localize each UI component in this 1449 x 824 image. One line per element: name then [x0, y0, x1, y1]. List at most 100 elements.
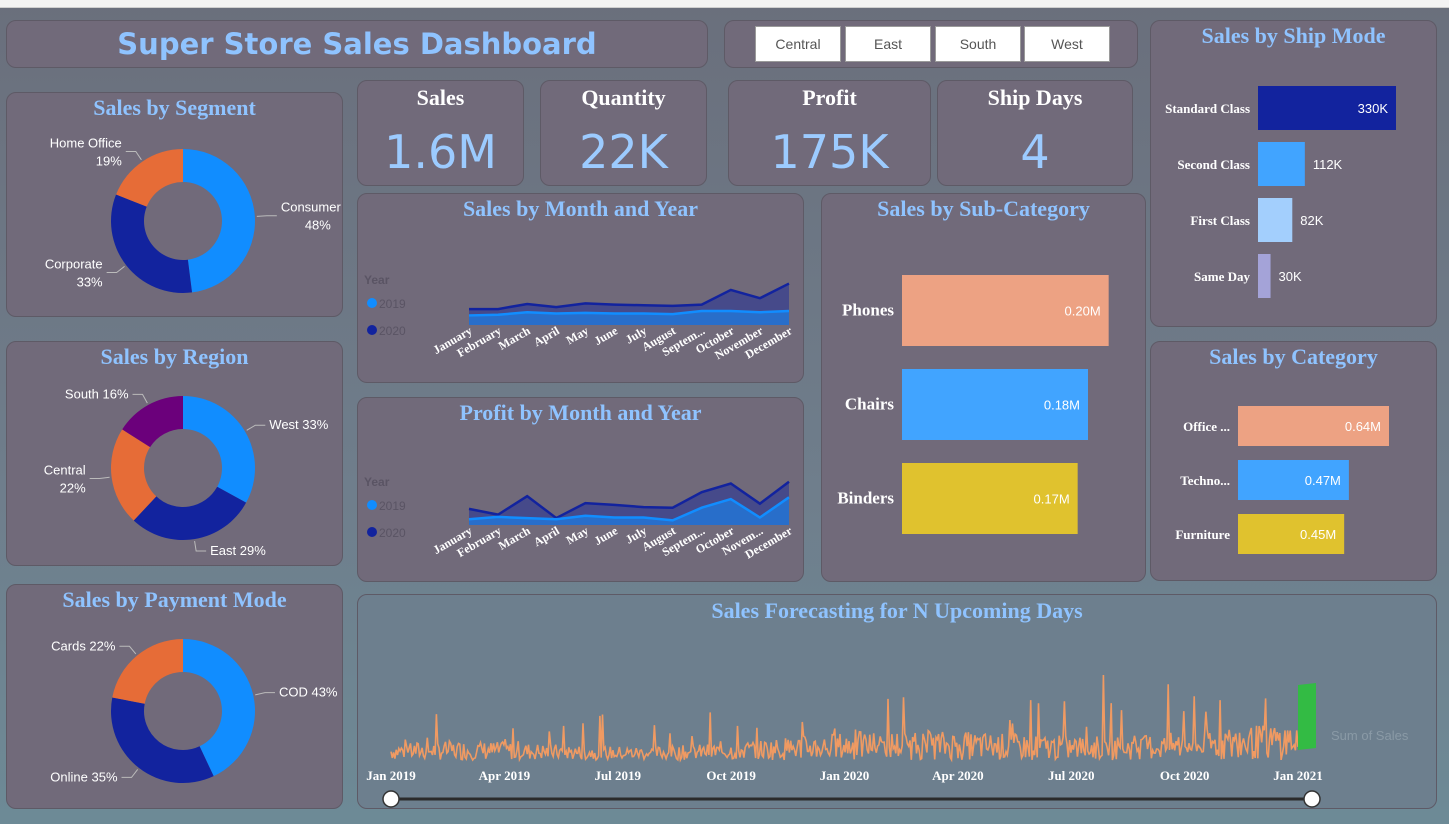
donut-slice-online	[110, 697, 214, 783]
forecast-x-tick: Apr 2019	[479, 768, 531, 783]
dashboard-title: Super Store Sales Dashboard	[117, 27, 597, 61]
range-slider-end-handle[interactable]	[1303, 790, 1321, 808]
category-bar-chart: Office ... 0.64M Techno... 0.47M Furniture 0.…	[1175, 406, 1389, 554]
bar-category-label: Techno...	[1180, 473, 1230, 488]
donut-label: Consumer	[281, 200, 342, 215]
bar-value-label: 330K	[1358, 101, 1389, 116]
region-chart-card: Sales by Region West 33% East 29% Central 2…	[6, 341, 343, 566]
forecast-x-tick: Apr 2020	[932, 768, 983, 783]
donut-value-label: 19%	[96, 154, 122, 169]
legend-marker-2019	[367, 298, 377, 308]
bar-3	[1258, 254, 1271, 298]
kpi-sales-value: 1.6M	[384, 125, 497, 179]
subcategory-bar-chart: Phones 0.20M Chairs 0.18M Binders 0.17M	[837, 275, 1109, 534]
kpi-shipdays-label: Ship Days	[987, 85, 1083, 110]
legend-marker-2020	[367, 527, 377, 537]
bar-value-label: 0.64M	[1345, 419, 1381, 434]
bar-2	[1258, 198, 1293, 242]
forecast-x-tick: Jul 2020	[1048, 768, 1095, 783]
bar-category-label: Same Day	[1194, 269, 1250, 284]
bar-category-label: Second Class	[1177, 157, 1250, 172]
bar-value-label: 112K	[1313, 157, 1343, 172]
bar-category-label: Furniture	[1175, 527, 1230, 542]
donut-label: Cards 22%	[51, 638, 116, 653]
forecast-sales-line	[390, 674, 1299, 763]
bar-category-label: Binders	[837, 489, 894, 508]
payment-donut: COD 43% Online 35% Cards 22%	[50, 638, 338, 784]
forecast-legend-label: Sum of Sales	[1331, 728, 1409, 743]
legend-label-2020: 2020	[379, 324, 406, 338]
sales-month-area-chart: Year20192020 JanuaryFebruaryMarchApril May…	[364, 273, 795, 362]
window-top-strip	[0, 0, 1449, 8]
kpi-profit-label: Profit	[802, 85, 857, 110]
shipmode-chart-card: Sales by Ship Mode Standard Class 330K Sec…	[1150, 20, 1437, 327]
category-chart-card: Sales by Category Office ... 0.64M Techno.…	[1150, 341, 1437, 581]
donut-leader-line	[106, 265, 125, 273]
donut-leader-line	[119, 645, 137, 655]
donut-label: South 16%	[65, 386, 129, 401]
kpi-shipdays-value: 4	[1020, 125, 1050, 179]
kpi-quantity-label: Quantity	[581, 85, 666, 110]
legend-title: Year	[364, 273, 390, 287]
bar-value-label: 30K	[1279, 269, 1302, 284]
donut-slice-cards	[112, 639, 183, 704]
legend-marker-2020	[367, 325, 377, 335]
donut-value-label: 33%	[77, 274, 103, 289]
slicer-east-button[interactable]: East	[845, 26, 931, 62]
forecast-line-chart: Sum of Sales Jan 2019 Apr 2019 Jul 2019 Oct …	[366, 674, 1409, 808]
bar-category-label: Chairs	[845, 395, 895, 414]
forecast-x-tick: Oct 2019	[706, 768, 756, 783]
bar-1	[1258, 142, 1305, 186]
legend-label-2020: 2020	[379, 526, 406, 540]
segment-donut: Consumer 48% Corporate 33% Home Office 19%	[45, 136, 342, 293]
slicer-central-button[interactable]: Central	[755, 26, 841, 62]
forecast-x-tick: Oct 2020	[1160, 768, 1209, 783]
donut-label: Home Office	[50, 136, 122, 151]
donut-label: West 33%	[269, 417, 328, 432]
donut-leader-line	[194, 541, 207, 552]
bar-category-label: Phones	[842, 301, 894, 320]
donut-slice-consumer	[183, 149, 256, 293]
forecast-x-tick: Jan 2019	[366, 768, 416, 783]
kpi-profit-card: Profit 175K	[728, 80, 931, 186]
kpi-profit-value: 175K	[770, 125, 889, 179]
forecast-chart-card: Sales Forecasting for N Upcoming Days Su…	[357, 594, 1437, 809]
forecast-x-tick: Jan 2020	[820, 768, 869, 783]
donut-leader-line	[256, 215, 277, 217]
bar-value-label: 82K	[1300, 213, 1323, 228]
donut-leader-line	[121, 769, 139, 778]
forecast-x-tick: Jan 2021	[1273, 768, 1322, 783]
payment-chart-card: Sales by Payment Mode COD 43% Online 35% C…	[6, 584, 343, 809]
donut-label: Online 35%	[50, 769, 118, 784]
donut-slice-home-office	[116, 149, 183, 207]
segment-chart-card: Sales by Segment Consumer 48% Corporate 33%…	[6, 92, 343, 317]
sales-month-card: Sales by Month and Year Year 2019 2020 Janu…	[357, 193, 804, 383]
forecast-x-tick: Jul 2019	[594, 768, 641, 783]
kpi-quantity-card: Quantity 22K	[540, 80, 707, 186]
slicer-west-button[interactable]: West	[1024, 26, 1110, 62]
kpi-quantity-value: 22K	[579, 125, 668, 179]
donut-leader-line	[132, 393, 148, 404]
donut-leader-line	[255, 692, 275, 696]
donut-label: East 29%	[210, 543, 266, 558]
bar-category-label: Standard Class	[1165, 101, 1250, 116]
x-tick-label: June	[592, 323, 621, 348]
legend-marker-2019	[367, 500, 377, 510]
x-tick-label: April	[531, 323, 562, 349]
kpi-sales-card: Sales 1.6M	[357, 80, 524, 186]
profit-month-area-chart: Year20192020 JanuaryFebruaryMarchApril May…	[364, 475, 795, 562]
bar-value-label: 0.20M	[1065, 304, 1101, 319]
donut-label: Central	[44, 463, 86, 478]
range-slider-start-handle[interactable]	[382, 790, 400, 808]
bar-category-label: First Class	[1190, 213, 1250, 228]
x-tick-label: May	[564, 323, 591, 347]
bar-value-label: 0.47M	[1305, 473, 1341, 488]
legend-label-2019: 2019	[379, 499, 406, 513]
subcategory-chart-card: Sales by Sub-Category Phones 0.20M Chairs 0…	[821, 193, 1146, 582]
donut-leader-line	[89, 476, 110, 480]
slicer-south-button[interactable]: South	[935, 26, 1021, 62]
forecast-band	[1298, 683, 1316, 750]
donut-leader-line	[246, 424, 266, 431]
legend-label-2019: 2019	[379, 297, 406, 311]
x-tick-label: April	[531, 523, 562, 549]
